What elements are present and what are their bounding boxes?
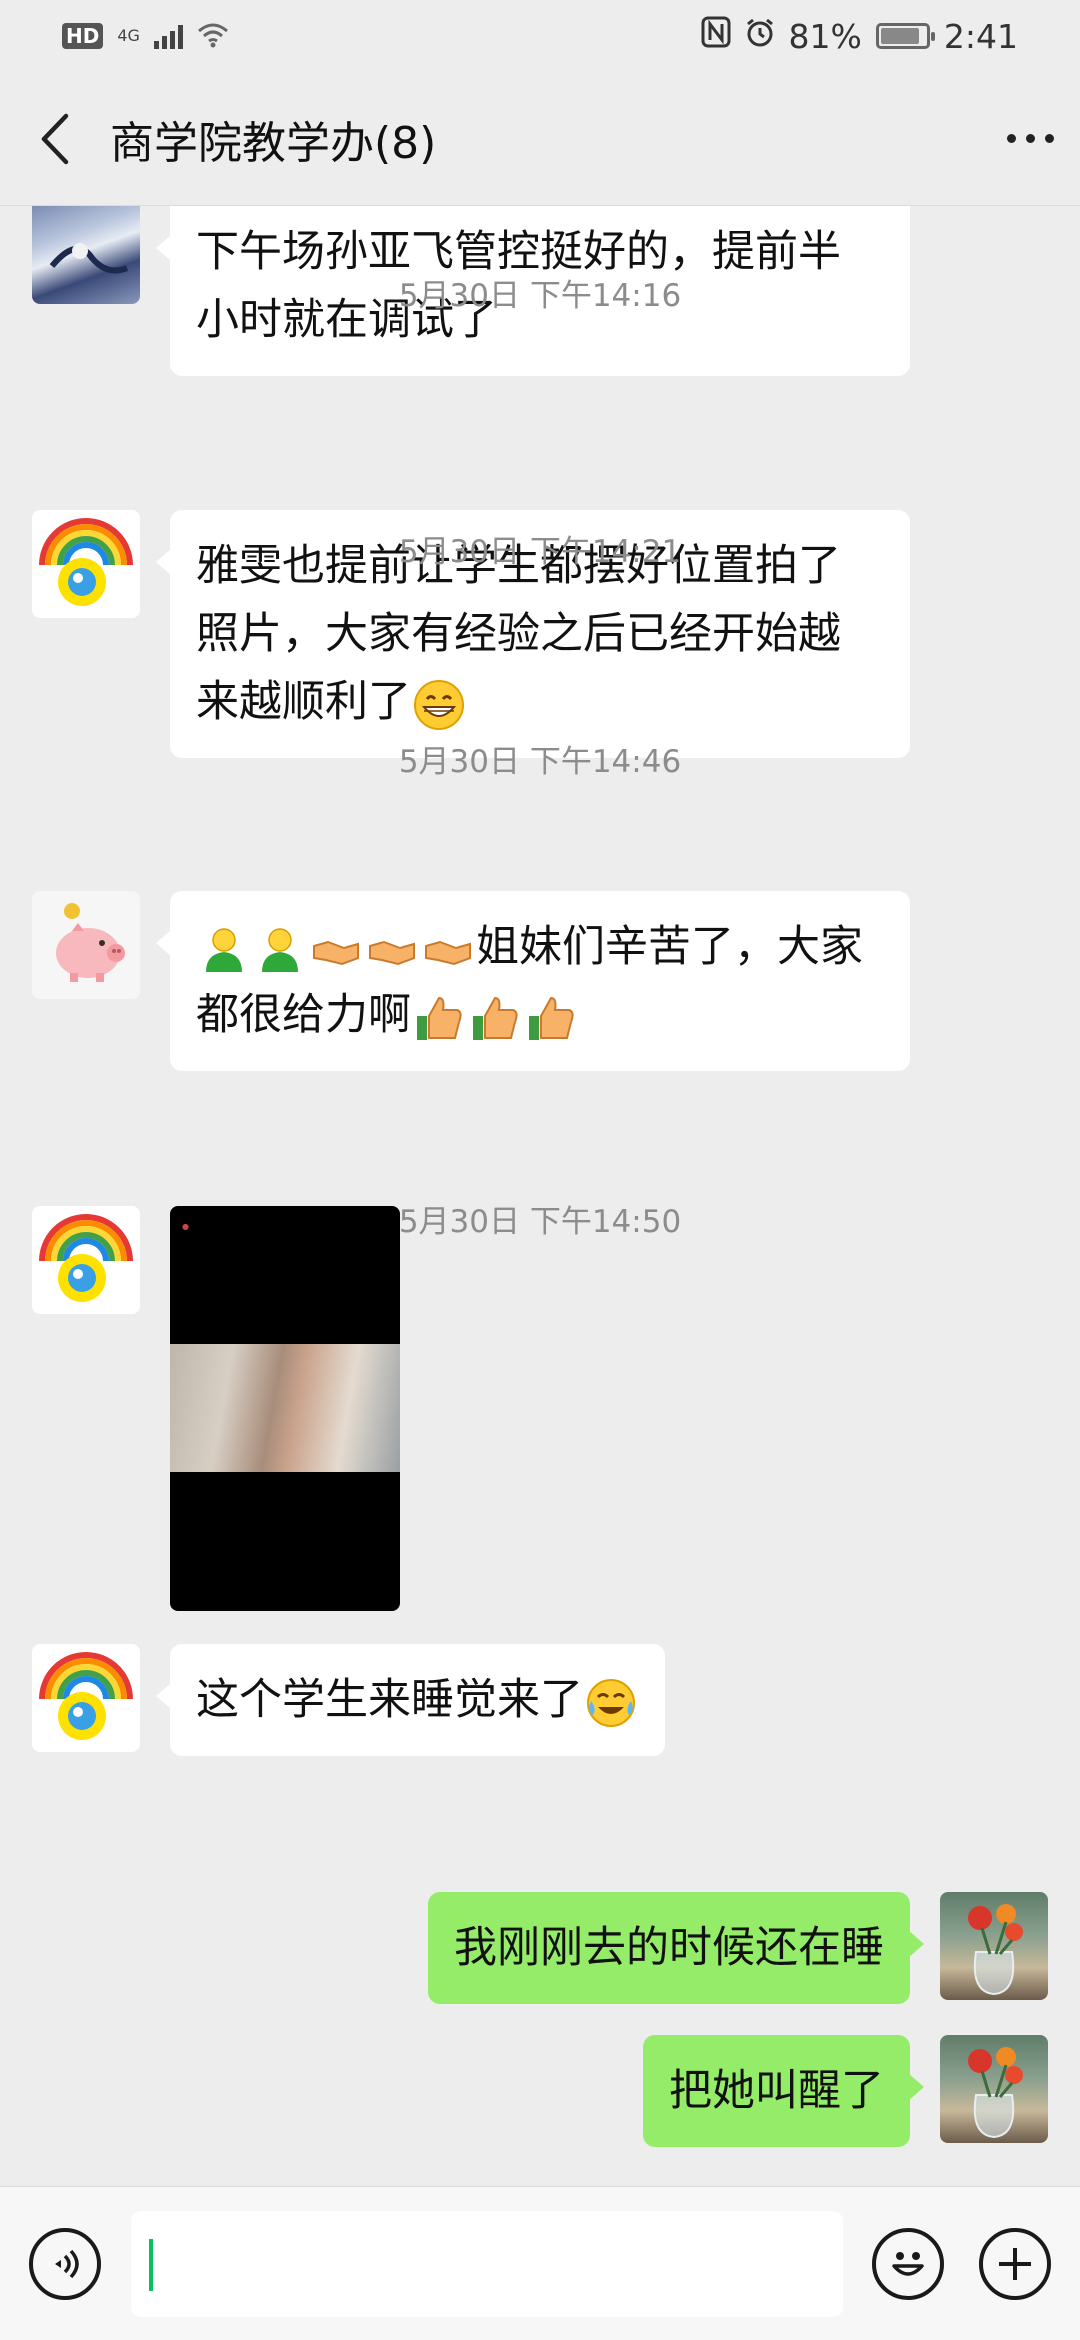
self-avatar[interactable] xyxy=(940,1892,1048,2000)
avatar[interactable] xyxy=(32,1644,140,1752)
hd-badge: HD xyxy=(62,23,104,49)
voice-input-button[interactable] xyxy=(29,2228,101,2300)
timestamp: 5月30日 下午14:46 xyxy=(398,744,682,780)
alarm-icon xyxy=(745,17,775,56)
message-bubble-self[interactable]: 我刚刚去的时候还在睡 xyxy=(428,1892,924,2004)
emoji-button[interactable] xyxy=(872,2228,944,2300)
battery-percent: 81% xyxy=(788,16,862,56)
image-message[interactable]: ● xyxy=(170,1206,400,1611)
message-bubble[interactable]: 姐妹们辛苦了，大家 都很给力啊 xyxy=(156,891,910,1071)
more-dots-icon xyxy=(1006,134,1016,143)
back-button[interactable] xyxy=(0,72,110,205)
battery-icon xyxy=(875,23,935,49)
more-options-button[interactable] xyxy=(980,72,1080,205)
message-bubble[interactable]: 这个学生来睡觉来了 xyxy=(156,1644,665,1756)
green-person-emoji-icon xyxy=(206,927,242,972)
thumbs-up-emoji-icon xyxy=(529,996,574,1040)
message-bubble-self[interactable]: 把她叫醒了 xyxy=(643,2035,924,2147)
handshake-emoji-icon xyxy=(425,940,471,965)
message-input[interactable] xyxy=(131,2211,843,2317)
message-row: 姐妹们辛苦了，大家 都很给力啊 xyxy=(32,891,910,1071)
timestamp: 5月30日 下午14:21 xyxy=(398,534,682,570)
wifi-icon xyxy=(197,17,229,56)
text-cursor xyxy=(149,2239,153,2291)
thumbs-up-emoji-icon xyxy=(417,996,462,1040)
flower-vase-avatar-icon xyxy=(968,2047,1023,2139)
flower-vase-avatar-icon xyxy=(968,1904,1023,1996)
message-list[interactable]: 下午场孙亚飞管控挺好的，提前半 小时就在调试了 5月30日 下午14:16 雅雯… xyxy=(0,206,1080,2186)
chat-header: 商学院教学办(8) xyxy=(0,72,1080,206)
avatar[interactable] xyxy=(32,891,140,999)
signal-icon xyxy=(153,23,183,49)
laugh-cry-emoji-icon xyxy=(587,1678,635,1727)
voice-icon xyxy=(55,2249,79,2279)
grin-emoji-icon xyxy=(414,679,464,730)
message-row-self: 把她叫醒了 xyxy=(643,2035,1048,2147)
plus-icon xyxy=(999,2248,1031,2280)
network-type: 4G xyxy=(117,26,140,45)
chat-title: 商学院教学办(8) xyxy=(110,117,437,169)
status-bar: HD 4G 81% 2:41 xyxy=(0,0,1080,72)
photo-thumbnail xyxy=(170,1344,400,1472)
back-arrow-icon xyxy=(41,113,69,164)
timestamp: 5月30日 下午14:16 xyxy=(398,278,682,314)
nfc-icon xyxy=(701,16,731,56)
clock-time: 2:41 xyxy=(943,16,1018,56)
rainbow-sun-avatar-icon xyxy=(39,1652,133,1740)
timestamp: 5月30日 下午14:50 xyxy=(398,1204,682,1240)
message-row: ● xyxy=(32,1206,400,1611)
input-bar xyxy=(0,2186,1080,2340)
green-person-emoji-icon xyxy=(262,927,298,972)
message-row: 这个学生来睡觉来了 xyxy=(32,1644,665,1756)
self-avatar[interactable] xyxy=(940,2035,1048,2143)
handshake-emoji-icon xyxy=(313,940,359,965)
smiley-icon xyxy=(892,2252,924,2276)
piggy-bank-avatar-icon xyxy=(56,903,125,982)
handshake-emoji-icon xyxy=(369,940,415,965)
thumbs-up-emoji-icon xyxy=(473,996,518,1040)
message-row-self: 我刚刚去的时候还在睡 xyxy=(428,1892,1048,2004)
more-functions-button[interactable] xyxy=(979,2228,1051,2300)
